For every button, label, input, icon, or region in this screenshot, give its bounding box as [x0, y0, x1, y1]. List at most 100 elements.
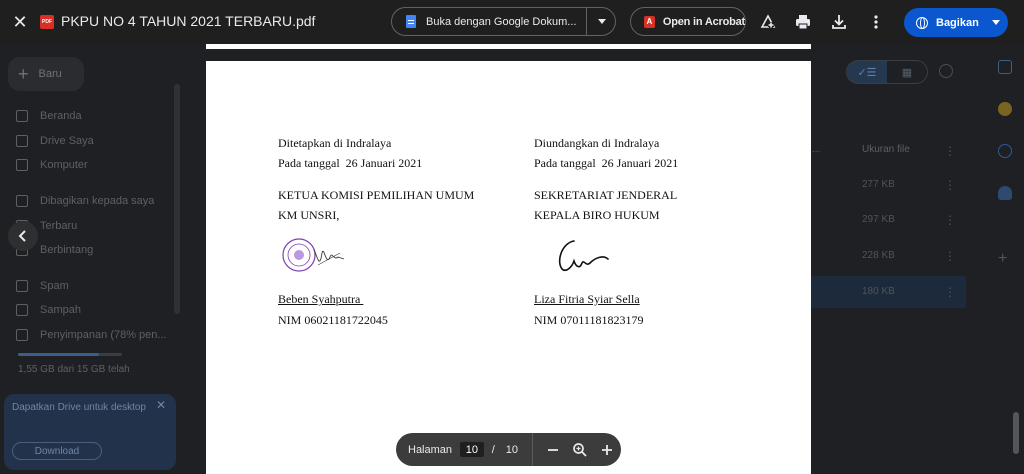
list-view-icon[interactable]: ✓☰ [847, 61, 887, 83]
nav-item-label: Beranda [40, 110, 82, 122]
nav-item-spam[interactable]: Spam [16, 280, 69, 292]
previous-page-bottom [206, 44, 811, 49]
file-size: 297 KB [862, 214, 895, 225]
promo-download-button[interactable]: Download [12, 442, 102, 460]
nav-item-label: Spam [40, 280, 69, 292]
more-vert-icon[interactable]: ⋮ [944, 249, 956, 263]
view-toggle[interactable]: ✓☰ ▦ [846, 60, 928, 84]
left-title-2: KM UNSRI, [278, 208, 340, 222]
new-button[interactable]: + Baru [8, 57, 84, 91]
pill-divider [532, 433, 533, 466]
right-signatory-nim: NIM 07011181823179 [534, 313, 644, 327]
home-icon [16, 110, 28, 122]
cloud-icon [16, 329, 28, 341]
handwritten-signature [552, 233, 622, 277]
column-owner-header[interactable]: ... [812, 144, 820, 155]
file-title: PKPU NO 4 TAHUN 2021 TERBARU.pdf [61, 13, 316, 29]
drive-left-nav: + Baru Beranda Drive Saya Komputer Dibag… [0, 44, 180, 474]
right-place: Diundangkan di Indralaya [534, 136, 660, 150]
side-panel-rail: + [990, 44, 1024, 474]
column-size-header[interactable]: Ukuran file [862, 144, 910, 155]
keep-icon[interactable] [998, 102, 1012, 116]
new-button-label: Baru [38, 68, 62, 80]
nav-scrollbar[interactable] [174, 84, 180, 314]
current-page-input[interactable]: 10 [460, 442, 484, 457]
left-date: Pada tanggal 26 Januari 2021 [278, 156, 423, 170]
file-size: 228 KB [862, 250, 895, 261]
nav-item-label: Berbintang [40, 244, 94, 256]
more-vert-icon[interactable]: ⋮ [944, 285, 956, 299]
viewer-top-bar: ✕ PDF PKPU NO 4 TAHUN 2021 TERBARU.pdf B… [0, 0, 1024, 44]
left-place: Ditetapkan di Indralaya [278, 136, 392, 150]
nav-item-label: Sampah [40, 304, 81, 316]
print-icon[interactable] [793, 12, 813, 32]
add-shortcut-icon[interactable] [758, 12, 778, 32]
trash-icon [16, 304, 28, 316]
page-separator: / [491, 443, 495, 456]
open-in-acrobat-button[interactable]: A Open in Acrobat [630, 7, 746, 36]
add-addon-icon[interactable]: + [998, 250, 1007, 268]
page-label: Halaman [408, 443, 453, 456]
minus-icon [547, 448, 558, 451]
magnifier-icon [573, 442, 587, 457]
right-title-2: KEPALA BIRO HUKUM [534, 208, 660, 222]
left-signatory-name: Beben Syahputra [278, 292, 364, 306]
list-scrollbar[interactable] [1013, 412, 1019, 454]
calendar-icon[interactable] [998, 60, 1012, 74]
nav-item-label: Komputer [40, 159, 88, 171]
plus-icon [602, 444, 613, 455]
zoom-in-button[interactable] [594, 435, 621, 465]
open-with-label: Buka dengan Google Dokum... [426, 15, 576, 28]
page-zoom-controls: Halaman 10 / 10 [396, 433, 621, 466]
nav-item-label: Dibagikan kepada saya [40, 195, 155, 207]
nav-item-my-drive[interactable]: Drive Saya [16, 135, 94, 147]
zoom-fit-button[interactable] [566, 435, 593, 465]
nav-item-computers[interactable]: Komputer [16, 159, 88, 171]
nav-item-home[interactable]: Beranda [16, 110, 82, 122]
share-label: Bagikan [936, 16, 979, 29]
storage-bar [18, 353, 122, 356]
nav-item-label: Penyimpanan (78% pen... [40, 329, 167, 341]
file-size: 277 KB [862, 179, 895, 190]
more-vert-icon[interactable] [866, 12, 886, 32]
more-vert-icon[interactable]: ⋮ [944, 144, 956, 158]
total-pages: 10 [505, 443, 519, 456]
nav-item-storage[interactable]: Penyimpanan (78% pen... [16, 329, 167, 341]
close-icon[interactable]: ✕ [156, 398, 166, 412]
acrobat-icon: A [644, 15, 655, 28]
plus-icon: + [18, 64, 29, 84]
stamp-signature [278, 231, 350, 275]
promo-text: Dapatkan Drive untuk desktop [12, 402, 146, 413]
close-icon[interactable]: ✕ [8, 10, 32, 34]
grid-view-icon[interactable]: ▦ [887, 61, 927, 83]
nav-item-label: Terbaru [40, 220, 78, 232]
google-docs-icon [406, 15, 416, 28]
storage-text: 1,55 GB dari 15 GB telah [18, 364, 130, 375]
storage-bar-fill [18, 353, 100, 356]
left-signatory-nim: NIM 06021181722045 [278, 313, 388, 327]
share-button[interactable]: Bagikan [904, 8, 1008, 37]
download-icon[interactable] [829, 12, 849, 32]
nav-item-label: Drive Saya [40, 135, 94, 147]
more-vert-icon[interactable]: ⋮ [944, 213, 956, 227]
contacts-icon[interactable] [998, 186, 1012, 200]
left-title-1: KETUA KOMISI PEMILIHAN UMUM [278, 188, 475, 202]
open-with-button[interactable]: Buka dengan Google Dokum... [391, 7, 616, 36]
pdf-file-icon: PDF [40, 15, 54, 29]
chevron-down-icon [598, 19, 606, 24]
open-with-dropdown[interactable] [586, 8, 617, 35]
globe-icon [916, 16, 928, 29]
desktop-promo: Dapatkan Drive untuk desktop ✕ Download [4, 394, 176, 470]
people-icon [16, 195, 28, 207]
tasks-icon[interactable] [998, 144, 1012, 158]
nav-item-shared[interactable]: Dibagikan kepada saya [16, 195, 154, 207]
nav-item-trash[interactable]: Sampah [16, 304, 81, 316]
more-vert-icon[interactable]: ⋮ [944, 178, 956, 192]
info-icon[interactable] [939, 64, 953, 78]
computer-icon [16, 159, 28, 171]
chevron-left-icon [18, 230, 26, 242]
pdf-page: Ditetapkan di Indralaya Pada tanggal 26 … [206, 61, 811, 474]
share-dropdown[interactable] [984, 8, 1008, 37]
previous-file-button[interactable] [8, 221, 38, 251]
zoom-out-button[interactable] [539, 435, 566, 465]
